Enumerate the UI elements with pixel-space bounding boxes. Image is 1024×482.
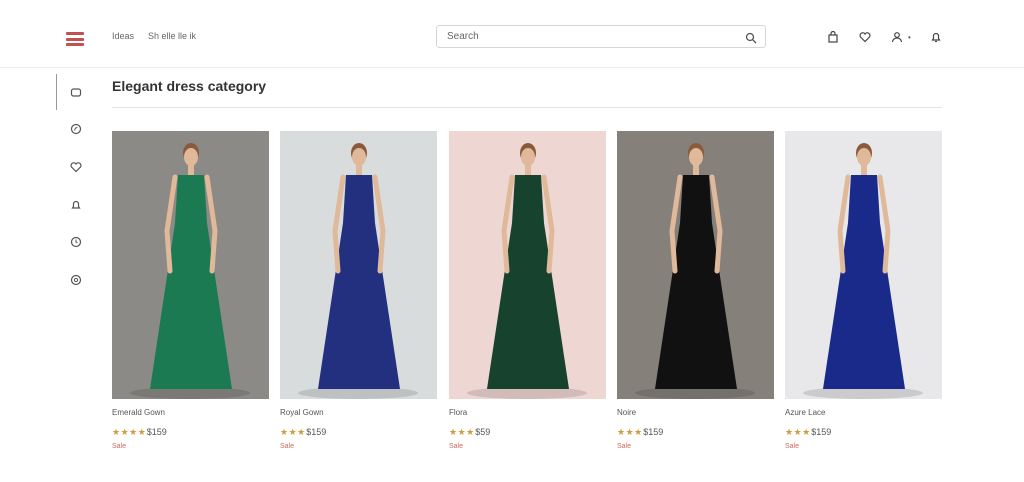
star-rating: ★ ★ ★ [617,427,642,437]
search-input[interactable] [445,30,745,43]
clock-icon[interactable] [68,234,84,250]
sale-badge: Sale [280,443,295,450]
nav-link[interactable]: Sh elle lle ik [148,31,196,41]
product-name[interactable]: Emerald Gown [112,408,269,418]
settings-icon[interactable] [68,272,84,288]
explore-icon[interactable] [68,121,84,137]
star-rating: ★ ★ ★ [449,427,474,437]
product-rating: ★ ★ ★ ★ $159 [112,427,269,438]
product-card[interactable]: Azure Lace ★ ★ ★ $159 Sale [785,131,942,451]
bell-icon[interactable] [929,30,943,44]
chat-icon[interactable] [68,85,84,101]
product-card[interactable]: Noire ★ ★ ★ $159 Sale [617,131,774,451]
sale-badge: Sale [785,443,800,450]
divider [112,107,942,108]
gown-illustration [280,131,437,399]
product-image[interactable] [280,131,437,399]
product-name[interactable]: Azure Lace [785,408,942,418]
logo[interactable] [66,32,84,46]
active-indicator [56,74,57,110]
gown-illustration [449,131,606,399]
star-rating: ★ ★ ★ [785,427,810,437]
top-bar: Ideas Sh elle lle ik • [0,0,1024,68]
star-rating: ★ ★ ★ [280,427,305,437]
product-rating: ★ ★ ★ $159 [785,427,942,438]
product-image[interactable] [617,131,774,399]
product-price: $159 [643,427,664,437]
chevron-down-icon[interactable]: • [908,33,911,42]
product-card[interactable]: Flora ★ ★ ★ $59 Sale [449,131,606,451]
gown-illustration [112,131,269,399]
nav-links: Ideas Sh elle lle ik [112,31,196,41]
user-icon[interactable] [890,30,904,44]
product-name[interactable]: Flora [449,408,606,418]
product-rating: ★ ★ ★ $159 [617,427,774,438]
star-rating: ★ ★ ★ ★ [112,427,146,437]
heart-icon[interactable] [68,159,84,175]
gown-illustration [785,131,942,399]
product-rating: ★ ★ ★ $59 [449,427,606,438]
nav-link[interactable]: Ideas [112,31,134,41]
search-bar[interactable] [436,25,766,48]
page-title: Elegant dress category [112,78,267,94]
product-image[interactable] [785,131,942,399]
gown-illustration [617,131,774,399]
product-price: $159 [811,427,832,437]
heart-icon[interactable] [858,30,872,44]
product-image[interactable] [112,131,269,399]
header-actions: • [826,30,943,44]
sidebar [56,74,96,304]
product-name[interactable]: Royal Gown [280,408,437,418]
sale-badge: Sale [112,443,127,450]
bell-icon[interactable] [68,197,84,213]
product-card[interactable]: Emerald Gown ★ ★ ★ ★ $159 Sale [112,131,269,451]
product-price: $159 [306,427,327,437]
sale-badge: Sale [449,443,464,450]
product-image[interactable] [449,131,606,399]
product-card[interactable]: Royal Gown ★ ★ ★ $159 Sale [280,131,437,451]
search-icon[interactable] [745,31,757,43]
sale-badge: Sale [617,443,632,450]
product-name[interactable]: Noire [617,408,774,418]
bag-icon[interactable] [826,30,840,44]
product-price: $159 [146,427,167,437]
product-price: $59 [475,427,491,437]
product-rating: ★ ★ ★ $159 [280,427,437,438]
